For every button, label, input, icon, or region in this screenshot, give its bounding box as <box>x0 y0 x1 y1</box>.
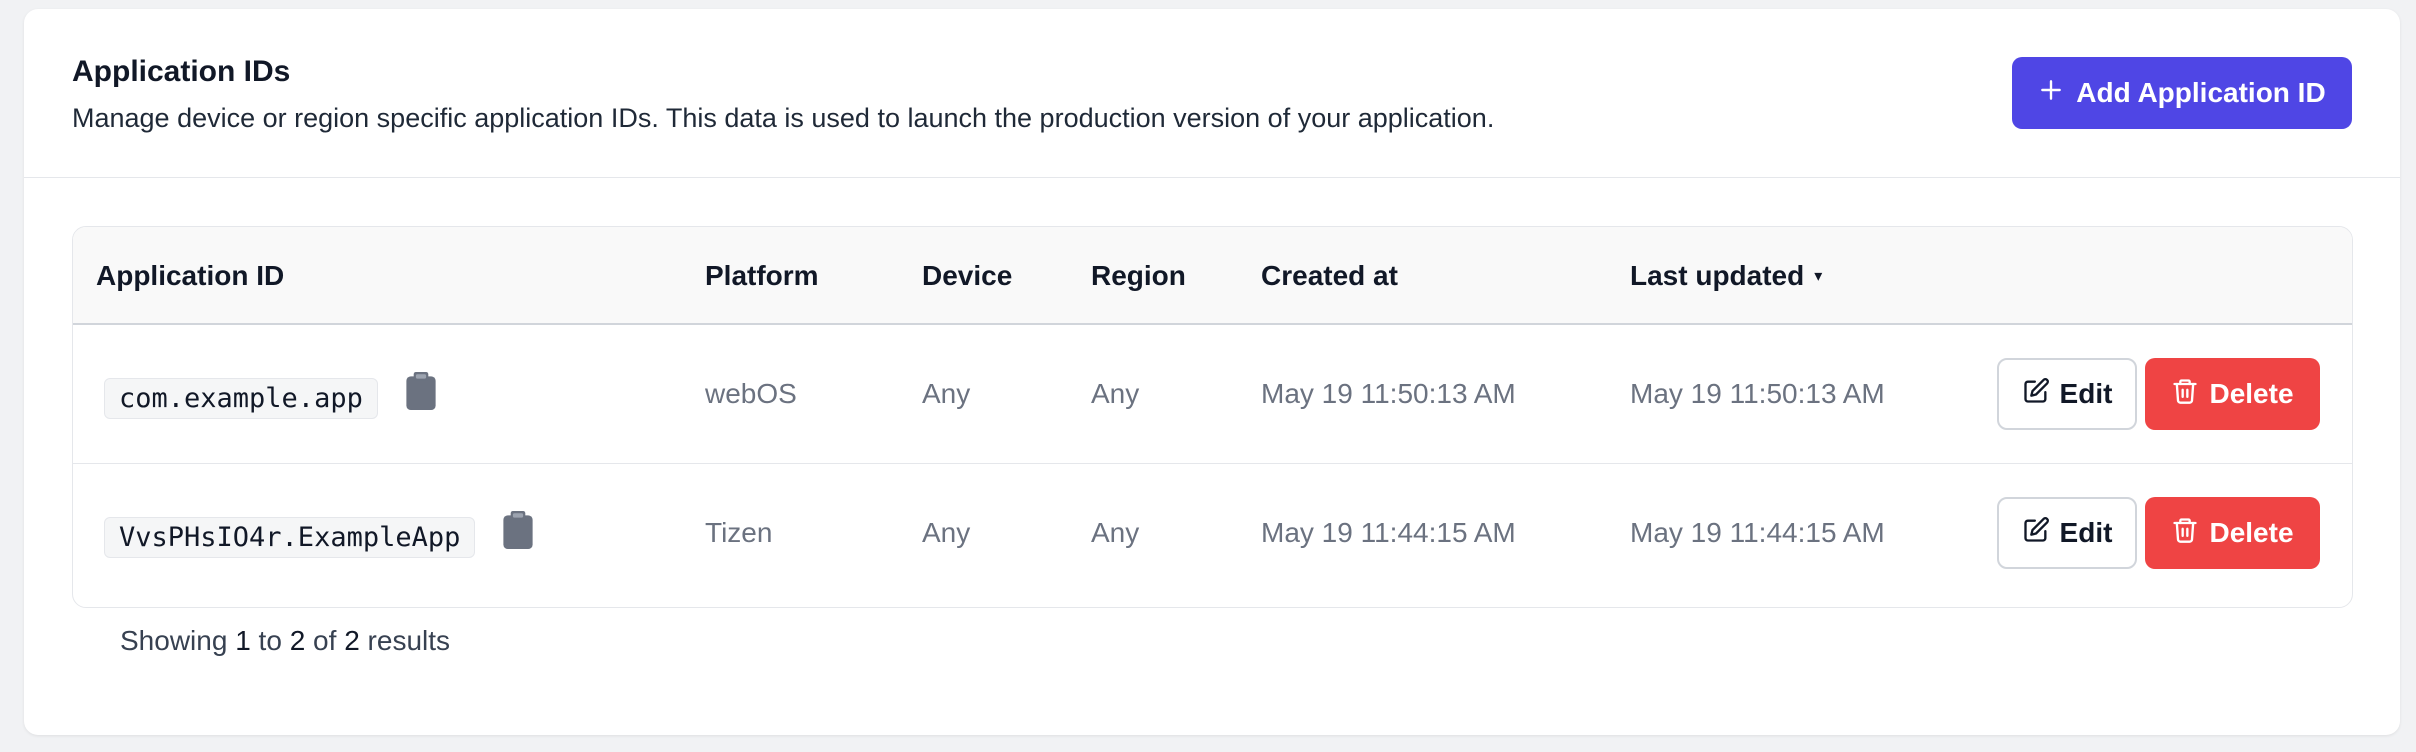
trash-icon <box>2171 516 2199 551</box>
column-header-last-updated[interactable]: Last updated ▾ <box>1630 227 1822 325</box>
clipboard-icon[interactable] <box>406 372 436 410</box>
card-header: Application IDs Manage device or region … <box>24 9 2400 178</box>
table-row: com.example.app webOS Any Any May 19 11:… <box>73 325 2352 463</box>
pagination-summary: Showing 1 to 2 of 2 results <box>120 625 450 657</box>
last-updated-cell: May 19 11:44:15 AM <box>1630 517 1885 548</box>
delete-label: Delete <box>2209 517 2294 548</box>
column-header-device: Device <box>922 260 1013 291</box>
platform-cell: webOS <box>705 378 797 409</box>
column-header-platform: Platform <box>705 260 819 291</box>
pagination-to: 2 <box>289 625 306 656</box>
add-application-id-button[interactable]: Add Application ID <box>2012 57 2352 129</box>
application-ids-card: Application IDs Manage device or region … <box>24 9 2400 735</box>
pagination-to-word: to <box>258 625 282 656</box>
pagination-of-word: of <box>313 625 337 656</box>
region-cell: Any <box>1091 378 1140 409</box>
edit-label: Edit <box>2059 517 2113 548</box>
device-cell: Any <box>922 517 971 548</box>
delete-button[interactable]: Delete <box>2145 497 2320 569</box>
pagination-prefix: Showing <box>120 625 228 656</box>
edit-button[interactable]: Edit <box>1997 497 2137 569</box>
application-id-cell: VvsPHsIO4r.ExampleApp <box>104 464 533 602</box>
application-ids-table: Application ID Platform Device Region Cr… <box>72 226 2353 608</box>
row-actions: Edit Delete <box>1997 464 2320 602</box>
created-at-cell: May 19 11:44:15 AM <box>1261 517 1516 548</box>
platform-cell: Tizen <box>705 517 773 548</box>
last-updated-cell: May 19 11:50:13 AM <box>1630 378 1885 409</box>
pencil-square-icon <box>2022 516 2050 551</box>
column-header-created-at: Created at <box>1261 260 1398 291</box>
table-row: VvsPHsIO4r.ExampleApp Tizen Any Any May … <box>73 463 2352 601</box>
column-header-application-id: Application ID <box>96 260 285 291</box>
delete-button[interactable]: Delete <box>2145 358 2320 430</box>
application-id-value: VvsPHsIO4r.ExampleApp <box>104 516 476 558</box>
add-application-id-label: Add Application ID <box>2076 77 2326 108</box>
edit-label: Edit <box>2059 378 2113 409</box>
page-description: Manage device or region specific applica… <box>72 103 1495 133</box>
application-id-value: com.example.app <box>104 377 378 419</box>
row-actions: Edit Delete <box>1997 325 2320 463</box>
pagination-total: 2 <box>344 625 360 656</box>
sort-descending-icon: ▾ <box>1814 268 1823 285</box>
pencil-square-icon <box>2022 377 2050 412</box>
device-cell: Any <box>922 378 971 409</box>
page-title: Application IDs <box>72 55 291 88</box>
column-header-region: Region <box>1091 260 1186 291</box>
last-updated-label: Last updated <box>1630 260 1805 291</box>
plus-icon <box>2038 77 2064 110</box>
application-id-cell: com.example.app <box>104 325 436 463</box>
trash-icon <box>2171 377 2199 412</box>
table-header: Application ID Platform Device Region Cr… <box>73 227 2352 325</box>
pagination-from: 1 <box>235 625 251 656</box>
clipboard-icon[interactable] <box>503 511 533 549</box>
region-cell: Any <box>1091 517 1140 548</box>
edit-button[interactable]: Edit <box>1997 358 2137 430</box>
delete-label: Delete <box>2209 378 2294 409</box>
pagination-suffix: results <box>367 625 451 656</box>
created-at-cell: May 19 11:50:13 AM <box>1261 378 1516 409</box>
